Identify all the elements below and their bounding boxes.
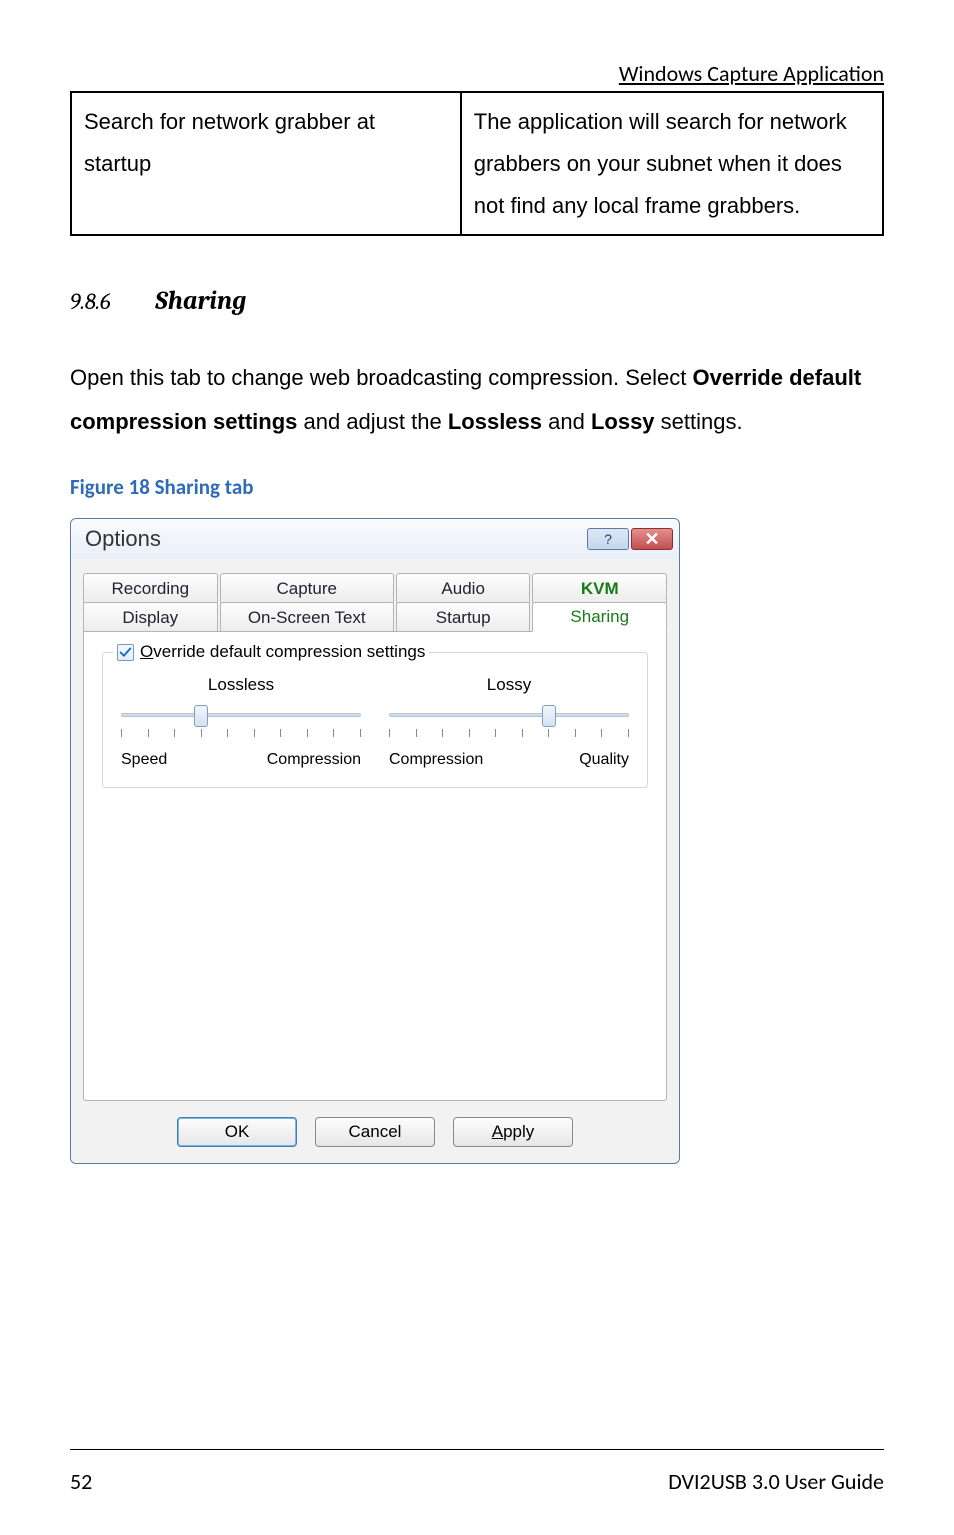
section-heading: 9.8.6 Sharing (70, 286, 884, 316)
titlebar: Options ? ✕ (71, 519, 679, 559)
apply-button[interactable]: Apply (453, 1117, 573, 1147)
running-header: Windows Capture Application (70, 60, 884, 87)
figure-caption: Figure 18 Sharing tab (70, 474, 884, 500)
close-button[interactable]: ✕ (631, 528, 673, 550)
help-button[interactable]: ? (587, 528, 629, 550)
tab-onscreen-text[interactable]: On-Screen Text (220, 602, 394, 632)
tab-row-back: Recording Capture Audio KVM (83, 573, 667, 603)
table-row: Search for network grabber at startup Th… (71, 92, 883, 235)
lossless-right-label: Compression (267, 751, 361, 769)
lossy-left-label: Compression (389, 751, 483, 769)
tab-sharing[interactable]: Sharing (532, 602, 667, 632)
body-paragraph: Open this tab to change web broadcasting… (70, 356, 884, 444)
help-icon: ? (604, 531, 612, 547)
feature-name-cell: Search for network grabber at startup (71, 92, 461, 235)
override-checkbox-label: Override default compression settings (140, 642, 425, 662)
guide-title: DVI2USB 3.0 User Guide (668, 1468, 884, 1495)
section-number: 9.8.6 (70, 288, 111, 315)
check-icon (119, 646, 132, 659)
lossy-right-label: Quality (579, 751, 629, 769)
tab-kvm[interactable]: KVM (532, 573, 667, 603)
tab-row-front: Display On-Screen Text Startup Sharing (83, 602, 667, 632)
compression-groupbox: Override default compression settings Lo… (102, 652, 648, 788)
ok-button[interactable]: OK (177, 1117, 297, 1147)
lossy-slider[interactable] (389, 703, 629, 741)
dialog-title: Options (85, 526, 585, 552)
lossless-title: Lossless (121, 675, 361, 695)
lossless-slider[interactable] (121, 703, 361, 741)
lossless-slider-block: Lossless Speed Compression (121, 675, 361, 769)
sharing-tab-panel: Override default compression settings Lo… (83, 631, 667, 1101)
section-title: Sharing (155, 286, 246, 316)
page-footer: 52 DVI2USB 3.0 User Guide (70, 1450, 884, 1495)
tab-startup[interactable]: Startup (396, 602, 531, 632)
feature-desc-cell: The application will search for network … (461, 92, 883, 235)
tab-recording[interactable]: Recording (83, 573, 218, 603)
dialog-button-row: OK Cancel Apply (83, 1101, 667, 1149)
page-number: 52 (70, 1468, 92, 1495)
tab-display[interactable]: Display (83, 602, 218, 632)
options-dialog: Options ? ✕ Recording Capture Audio KVM … (70, 518, 680, 1164)
feature-table: Search for network grabber at startup Th… (70, 91, 884, 236)
lossy-slider-block: Lossy Compression Quality (389, 675, 629, 769)
override-checkbox[interactable] (117, 644, 134, 661)
override-checkbox-row[interactable]: Override default compression settings (113, 642, 429, 662)
cancel-button[interactable]: Cancel (315, 1117, 435, 1147)
tab-capture[interactable]: Capture (220, 573, 394, 603)
dialog-body: Recording Capture Audio KVM Display On-S… (71, 559, 679, 1163)
close-icon: ✕ (644, 529, 659, 550)
tab-audio[interactable]: Audio (396, 573, 531, 603)
lossless-left-label: Speed (121, 751, 167, 769)
lossy-title: Lossy (389, 675, 629, 695)
